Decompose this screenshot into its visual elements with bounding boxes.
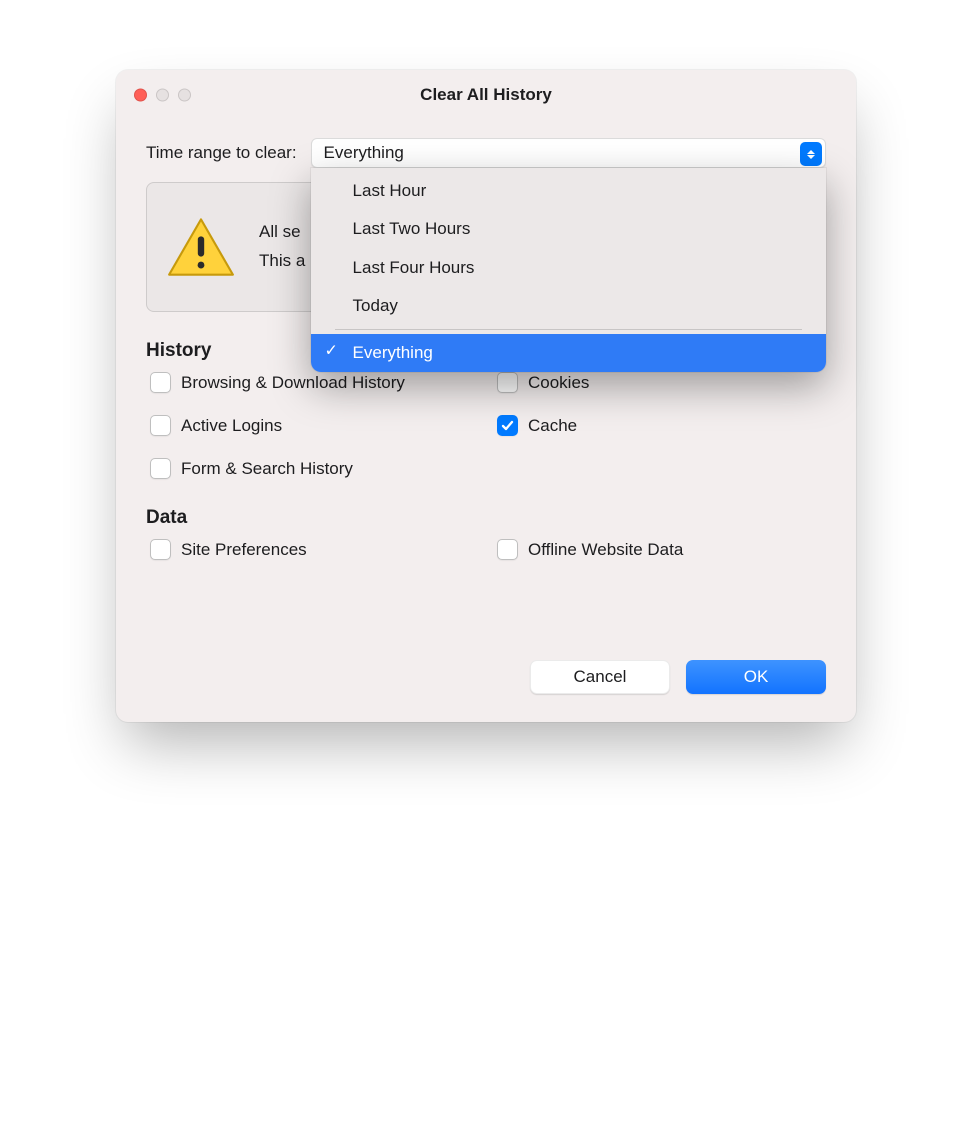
dropdown-stepper-icon: [800, 142, 822, 166]
menu-separator: [335, 329, 802, 330]
time-range-select[interactable]: Everything: [311, 138, 826, 168]
warning-text: All se This a: [259, 218, 305, 276]
dialog-title: Clear All History: [420, 85, 552, 105]
time-range-menu: Last Hour Last Two Hours Last Four Hours…: [311, 168, 826, 372]
cancel-button[interactable]: Cancel: [530, 660, 670, 694]
time-range-option-last-hour[interactable]: Last Hour: [311, 172, 826, 210]
time-range-option-last-four-hours[interactable]: Last Four Hours: [311, 249, 826, 287]
titlebar: Clear All History: [116, 70, 856, 120]
ok-button[interactable]: OK: [686, 660, 826, 694]
checkbox-active-logins[interactable]: Active Logins: [150, 415, 479, 436]
time-range-label: Time range to clear:: [146, 143, 297, 163]
time-range-option-last-two-hours[interactable]: Last Two Hours: [311, 210, 826, 248]
checkbox-form-search-history[interactable]: Form & Search History: [150, 458, 479, 479]
checkbox-cache[interactable]: Cache: [497, 415, 826, 436]
checkbox-offline-website-data[interactable]: Offline Website Data: [497, 539, 826, 560]
close-window-button[interactable]: [134, 89, 147, 102]
data-section-heading: Data: [146, 507, 826, 529]
maximize-window-button[interactable]: [178, 89, 191, 102]
time-range-option-today[interactable]: Today: [311, 287, 826, 325]
warning-icon: [167, 217, 235, 277]
time-range-option-everything[interactable]: ✓ Everything: [311, 334, 826, 372]
check-icon: ✓: [325, 337, 338, 367]
clear-history-dialog: Clear All History Time range to clear: E…: [116, 70, 856, 722]
minimize-window-button[interactable]: [156, 89, 169, 102]
checkbox-browsing-history[interactable]: Browsing & Download History: [150, 372, 479, 393]
window-controls: [134, 89, 191, 102]
checkbox-cookies[interactable]: Cookies: [497, 372, 826, 393]
checkbox-site-preferences[interactable]: Site Preferences: [150, 539, 479, 560]
time-range-selected-value: Everything: [324, 143, 404, 163]
